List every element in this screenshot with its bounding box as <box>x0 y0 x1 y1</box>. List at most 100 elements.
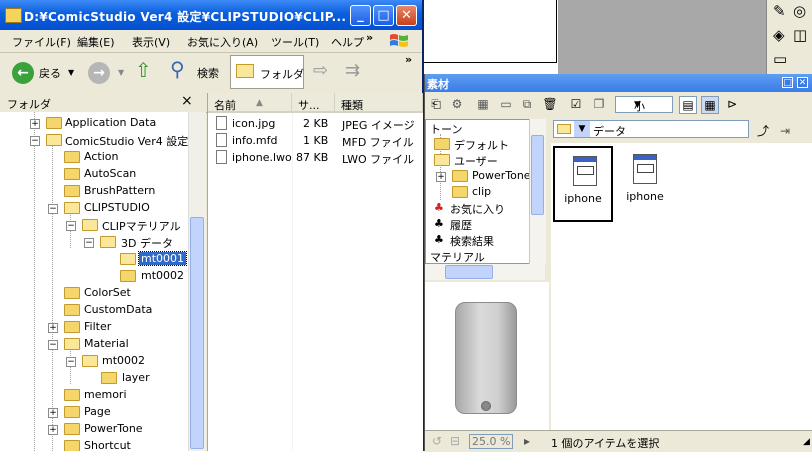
file-row[interactable]: icon.jpg 2 KB JPEG イメージ <box>208 115 423 132</box>
back-button-label[interactable]: 戻る <box>39 65 61 81</box>
properties-icon[interactable]: ☑ <box>568 96 584 112</box>
mfd-file-icon <box>216 133 227 147</box>
close-panel-button[interactable]: ✕ <box>797 77 808 88</box>
folder-icon <box>5 8 22 23</box>
scrollbar-thumb[interactable] <box>531 135 544 215</box>
material-tree-vscroll[interactable] <box>529 119 546 264</box>
menu-help[interactable]: ヘルプ <box>331 34 364 50</box>
material-path-select[interactable]: 3D データ ▼ <box>553 120 749 138</box>
minimize-button[interactable]: _ <box>350 5 371 26</box>
material-tree: トーン デフォルト ユーザー + PowerTone clip ♣ お気に入り ♣ 履… <box>425 119 535 264</box>
file-list: 名前 ▲ サ... 種類 icon.jpg 2 KB JPEG イメージ info.m… <box>207 93 423 451</box>
jpeg-file-icon <box>216 116 227 130</box>
canvas-gray-area <box>388 0 766 74</box>
reset-icon[interactable]: ⊟ <box>447 433 463 449</box>
menu-bar: ファイル(F) 編集(E) 表示(V) お気に入り(A) ツール(T) ヘルプ … <box>0 30 422 53</box>
material-panel: 素材 □ ✕ ⎗ ⚙ ▦ ▭ ⧉ 🗑 ☑ ❐ 小 ▼ ▤ ▦ ⊳ トーン デフォ… <box>424 74 812 452</box>
move-to-icon[interactable]: ⇨ <box>313 60 328 81</box>
resize-grip-icon[interactable]: ◢ <box>803 437 810 447</box>
folder-view-icon[interactable]: ⇥ <box>777 123 793 139</box>
material-grid: iphone iphone <box>551 143 812 430</box>
window-icon[interactable]: ❐ <box>591 96 607 112</box>
new-folder-icon[interactable]: ▭ <box>498 96 514 112</box>
phone-model-preview <box>455 302 517 414</box>
copy-icon[interactable]: ⧉ <box>519 96 535 112</box>
folder-tree-scrollbar[interactable] <box>188 112 206 451</box>
fill-tool-icon[interactable]: ◈ <box>773 26 785 44</box>
brush-tool-icon[interactable]: ◎ <box>793 2 806 20</box>
shape-tool-icon[interactable]: ◫ <box>793 26 807 44</box>
grid-view-icon[interactable]: ▦ <box>701 96 719 114</box>
menu-view[interactable]: 表示(V) <box>132 34 170 50</box>
detail-view-icon[interactable]: ⊳ <box>724 96 740 112</box>
delete-icon[interactable]: 🗑 <box>542 96 558 112</box>
lwo-file-icon <box>216 150 227 164</box>
folders-button-label: フォルダ <box>260 68 304 81</box>
explorer-toolbar: ← 戻る ▼ → ▼ ⇧ ⚲ 検索 フォルダ ⇨ ⇉ » <box>0 53 422 94</box>
menu-favorites[interactable]: お気に入り(A) <box>187 34 258 50</box>
folders-button[interactable]: フォルダ <box>230 55 304 89</box>
material-file-icon <box>573 156 597 186</box>
column-size[interactable]: サ... <box>292 93 335 113</box>
windows-logo-icon <box>390 34 408 47</box>
material-file-icon <box>633 154 657 184</box>
zoom-field[interactable]: 25.0 % <box>469 434 513 449</box>
tone-icon[interactable]: ⚙ <box>449 96 465 112</box>
column-type[interactable]: 種類 <box>335 93 423 113</box>
chevron-down-icon[interactable]: ▼ <box>574 121 590 137</box>
material-tree-hscroll[interactable] <box>425 264 545 280</box>
pattern-icon[interactable]: ▦ <box>475 96 491 112</box>
eraser-tool-icon[interactable]: ▭ <box>773 50 787 68</box>
material-title: 素材 <box>427 78 449 91</box>
folder-tree: + Application Data − ComicStudio Ver4 設定 A… <box>0 112 188 451</box>
close-pane-icon[interactable]: × <box>181 93 193 109</box>
menu-more-chevron[interactable]: » <box>366 31 373 44</box>
back-arrow-icon[interactable]: ← <box>12 62 34 84</box>
column-name[interactable]: 名前 ▲ <box>208 93 292 113</box>
scrollbar-thumb[interactable] <box>190 217 204 449</box>
toolbox: ✎ ◎ ◈ ◫ ▭ <box>766 0 812 74</box>
copy-to-icon[interactable]: ⇉ <box>345 60 360 81</box>
forward-arrow-icon[interactable]: → <box>88 62 110 84</box>
menu-edit[interactable]: 編集(E) <box>77 34 115 50</box>
back-dropdown-icon[interactable]: ▼ <box>68 68 74 77</box>
history-icon: ♣ <box>434 217 444 230</box>
menu-tools[interactable]: ツール(T) <box>271 34 319 50</box>
chevron-down-icon: ▼ <box>634 100 641 110</box>
menu-file[interactable]: ファイル(F) <box>12 34 71 50</box>
sort-ascending-icon: ▲ <box>256 98 263 108</box>
explorer-titlebar[interactable]: D:¥ComicStudio Ver4 設定¥CLIPSTUDIO¥CLIP..… <box>0 0 422 30</box>
folder-icon <box>236 64 254 78</box>
up-folder-icon[interactable]: ⇧ <box>135 58 152 82</box>
maximize-button[interactable]: □ <box>373 5 394 26</box>
folder-icon <box>557 124 571 134</box>
material-toolbar: ⎗ ⚙ ▦ ▭ ⧉ 🗑 ☑ ❐ 小 ▼ ▤ ▦ ⊳ <box>425 92 812 119</box>
list-view-icon[interactable]: ▤ <box>679 96 697 114</box>
favorites-icon: ♣ <box>434 201 444 214</box>
play-icon[interactable]: ▸ <box>519 433 535 449</box>
file-row[interactable]: iphone.lwo 87 KB LWO ファイル <box>208 149 423 166</box>
pen-tool-icon[interactable]: ✎ <box>773 2 786 20</box>
window-title: D:¥ComicStudio Ver4 設定¥CLIPSTUDIO¥CLIP..… <box>24 10 347 24</box>
file-row[interactable]: info.mfd 1 KB MFD ファイル <box>208 132 423 149</box>
folders-pane-header: フォルダ × <box>0 93 207 113</box>
folders-pane-title: フォルダ <box>7 98 51 111</box>
search-results-icon: ♣ <box>434 233 444 246</box>
rotate-icon[interactable]: ↺ <box>429 433 445 449</box>
scrollbar-thumb[interactable] <box>445 265 493 279</box>
up-level-icon[interactable]: ⤴ <box>755 123 771 139</box>
paste-icon[interactable]: ⎗ <box>428 96 444 112</box>
material-preview <box>425 282 549 430</box>
minimize-panel-button[interactable]: □ <box>782 77 793 88</box>
thumbnail-size-select[interactable]: 小 ▼ <box>615 96 673 113</box>
search-icon[interactable]: ⚲ <box>170 57 185 81</box>
material-item[interactable]: iphone <box>615 146 675 222</box>
forward-dropdown-icon[interactable]: ▼ <box>118 68 124 77</box>
explorer-window: D:¥ComicStudio Ver4 設定¥CLIPSTUDIO¥CLIP..… <box>0 0 424 451</box>
material-titlebar[interactable]: 素材 □ ✕ <box>425 74 812 92</box>
search-button-label[interactable]: 検索 <box>197 65 219 81</box>
toolbar-more-chevron[interactable]: » <box>405 53 412 66</box>
material-item-selected[interactable]: iphone <box>553 146 613 222</box>
close-button[interactable]: ✕ <box>396 5 417 26</box>
material-statusbar: ↺ ⊟ 25.0 % ▸ 1 個のアイテムを選択 ◢ <box>425 430 812 452</box>
